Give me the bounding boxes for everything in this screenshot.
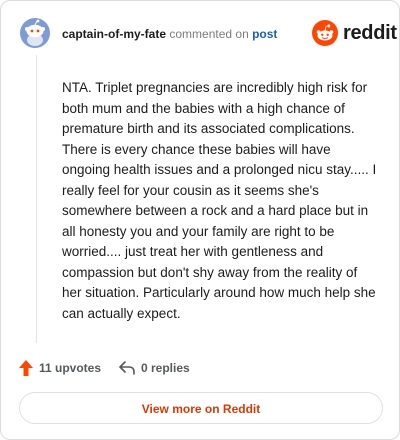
comment-body: NTA. Triplet pregnancies are incredibly …	[62, 80, 377, 321]
view-more-on-reddit-button[interactable]: View more on Reddit	[19, 392, 383, 424]
username-link[interactable]: captain-of-my-fate	[62, 27, 166, 41]
snoo-avatar-icon	[20, 18, 50, 48]
action-text: commented on	[169, 27, 249, 41]
post-link[interactable]: post	[252, 27, 277, 41]
reply-count: 0 replies	[141, 361, 190, 375]
reddit-logo-icon	[312, 20, 338, 46]
embedded-comment-card: captain-of-my-fate commented on post red…	[0, 0, 400, 440]
reddit-brand[interactable]: reddit	[312, 20, 397, 46]
user-avatar[interactable]	[20, 18, 50, 48]
reddit-wordmark: reddit	[343, 21, 397, 44]
upvote-button[interactable]: 11 upvotes	[19, 358, 101, 378]
reply-arrow-icon	[119, 361, 135, 375]
thread-line	[36, 55, 37, 343]
comment-header: captain-of-my-fate commented on post	[62, 27, 277, 41]
reply-button[interactable]: 0 replies	[119, 358, 190, 378]
upvote-arrow-icon	[19, 360, 33, 376]
upvote-count: 11 upvotes	[39, 361, 102, 375]
